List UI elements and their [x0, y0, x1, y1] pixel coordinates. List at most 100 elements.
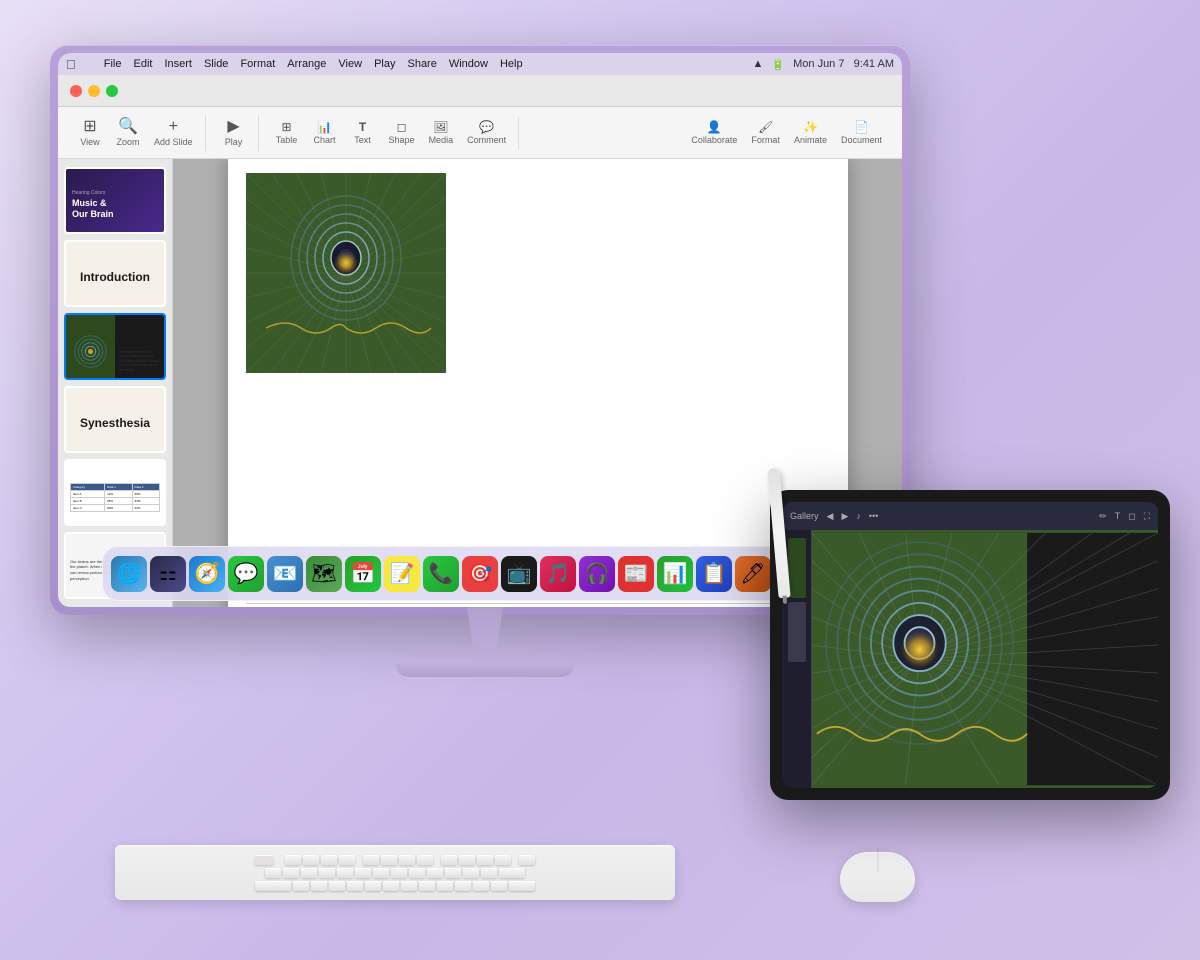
slide-thumb-5[interactable]: Category Data 1 Data 2 Item A12%45% Item… — [64, 459, 166, 526]
slide-thumb-3[interactable]: Hearing Colors: Music & Our Brain From s… — [64, 313, 166, 380]
key-4[interactable] — [337, 868, 353, 878]
key-e[interactable] — [329, 881, 345, 891]
key-f6[interactable] — [381, 855, 397, 865]
dock-icon-tv[interactable]: 📺 — [501, 556, 537, 592]
menu-file[interactable]: File — [104, 58, 122, 70]
toolbar-media-button[interactable]: 🖼 Media — [423, 117, 460, 149]
slide-thumb-2[interactable]: Introduction — [64, 240, 166, 307]
key-7[interactable] — [391, 868, 407, 878]
dock-icon-todos[interactable]: 🎯 — [462, 556, 498, 592]
maximize-button[interactable] — [106, 85, 118, 97]
toolbar-zoom-button[interactable]: 🔍 Zoom — [110, 115, 146, 151]
ipad-music-btn[interactable]: ♪ — [856, 511, 861, 521]
menu-slide[interactable]: Slide — [204, 58, 228, 70]
dock-icon-launchpad[interactable]: ⚏ — [150, 556, 186, 592]
key-f9[interactable] — [441, 855, 457, 865]
key-f2[interactable] — [303, 855, 319, 865]
dock-icon-keynote[interactable]: 📋 — [696, 556, 732, 592]
key-bracket-r[interactable] — [491, 881, 507, 891]
key-r[interactable] — [347, 881, 363, 891]
ipad-shapes-btn[interactable]: ◻ — [1128, 511, 1135, 522]
dock-icon-pages[interactable]: 🖊 — [735, 556, 771, 592]
toolbar-play-button[interactable]: ▶ Play — [216, 115, 252, 151]
toolbar-collaborate-button[interactable]: 👤 Collaborate — [685, 117, 743, 149]
ipad-more-btn[interactable]: ••• — [869, 511, 878, 521]
menu-view[interactable]: View — [338, 58, 362, 70]
dock-icon-safari[interactable]: 🧭 — [189, 556, 225, 592]
key-f8[interactable] — [417, 855, 433, 865]
ipad-gallery-btn[interactable]: Gallery — [790, 511, 819, 521]
ipad-back-btn[interactable]: ◀ — [827, 511, 834, 522]
key-i[interactable] — [419, 881, 435, 891]
key-f1[interactable] — [285, 855, 301, 865]
menu-help[interactable]: Help — [500, 58, 523, 70]
dock-icon-podcasts[interactable]: 🎧 — [579, 556, 615, 592]
key-t[interactable] — [365, 881, 381, 891]
key-o[interactable] — [437, 881, 453, 891]
menu-edit[interactable]: Edit — [133, 58, 152, 70]
menu-window[interactable]: Window — [449, 58, 488, 70]
menu-arrange[interactable]: Arrange — [287, 58, 326, 70]
key-f3[interactable] — [321, 855, 337, 865]
toolbar-view-button[interactable]: ⊞ View — [72, 115, 108, 151]
slide-thumb-1[interactable]: Hearing Colors Music &Our Brain — [64, 167, 166, 234]
dock-icon-mail[interactable]: 📧 — [267, 556, 303, 592]
dock-icon-notes[interactable]: 📝 — [384, 556, 420, 592]
key-5[interactable] — [355, 868, 371, 878]
key-backtick[interactable] — [265, 868, 281, 878]
ipad-forward-btn[interactable]: ▶ — [841, 511, 848, 522]
toolbar-format-button[interactable]: 🖌 Format — [745, 117, 786, 149]
toolbar-table-button[interactable]: ⊞ Table — [269, 117, 305, 149]
dock-icon-finder[interactable]: 🌐 — [111, 556, 147, 592]
key-8[interactable] — [409, 868, 425, 878]
menu-play[interactable]: Play — [374, 58, 395, 70]
key-6[interactable] — [373, 868, 389, 878]
dock-icon-numbers[interactable]: 📊 — [657, 556, 693, 592]
dock-icon-phone[interactable]: 📞 — [423, 556, 459, 592]
key-w[interactable] — [311, 881, 327, 891]
apple-menu[interactable]:  — [66, 57, 76, 72]
ipad-fullscreen-btn[interactable]: ⛶ — [1144, 511, 1150, 522]
key-minus[interactable] — [463, 868, 479, 878]
dock-icon-music[interactable]: 🎵 — [540, 556, 576, 592]
key-power[interactable] — [519, 855, 535, 865]
key-p[interactable] — [455, 881, 471, 891]
toolbar-chart-button[interactable]: 📊 Chart — [307, 117, 343, 149]
key-f5[interactable] — [363, 855, 379, 865]
ipad-pencil-btn[interactable]: ✏ — [1099, 511, 1107, 522]
key-q[interactable] — [293, 881, 309, 891]
toolbar-animate-button[interactable]: ✨ Animate — [788, 117, 833, 149]
key-f11[interactable] — [477, 855, 493, 865]
key-f4[interactable] — [339, 855, 355, 865]
key-esc[interactable] — [255, 855, 273, 865]
key-bracket-l[interactable] — [473, 881, 489, 891]
key-3[interactable] — [319, 868, 335, 878]
ipad-text-btn[interactable]: T — [1115, 511, 1121, 521]
close-button[interactable] — [70, 85, 82, 97]
key-y[interactable] — [383, 881, 399, 891]
dock-icon-maps[interactable]: 🗺 — [306, 556, 342, 592]
key-f10[interactable] — [459, 855, 475, 865]
toolbar-text-button[interactable]: T Text — [345, 117, 381, 149]
key-delete[interactable] — [499, 868, 525, 878]
minimize-button[interactable] — [88, 85, 100, 97]
menu-format[interactable]: Format — [240, 58, 275, 70]
toolbar-document-button[interactable]: 📄 Document — [835, 117, 888, 149]
ipad-canvas[interactable] — [812, 530, 1158, 788]
slide-thumb-4[interactable]: Synesthesia — [64, 386, 166, 453]
key-f12[interactable] — [495, 855, 511, 865]
dock-icon-facetime[interactable]: 📅 — [345, 556, 381, 592]
key-2[interactable] — [301, 868, 317, 878]
toolbar-addslide-button[interactable]: + Add Slide — [148, 115, 199, 151]
dock-icon-messages[interactable]: 💬 — [228, 556, 264, 592]
toolbar-comment-button[interactable]: 💬 Comment — [461, 117, 512, 149]
menu-insert[interactable]: Insert — [164, 58, 192, 70]
key-u[interactable] — [401, 881, 417, 891]
key-return[interactable] — [509, 881, 535, 891]
magic-mouse[interactable] — [840, 852, 915, 902]
menu-share[interactable]: Share — [407, 58, 436, 70]
key-1[interactable] — [283, 868, 299, 878]
toolbar-shape-button[interactable]: ◻ Shape — [383, 117, 421, 149]
key-0[interactable] — [445, 868, 461, 878]
key-tab[interactable] — [255, 881, 291, 891]
